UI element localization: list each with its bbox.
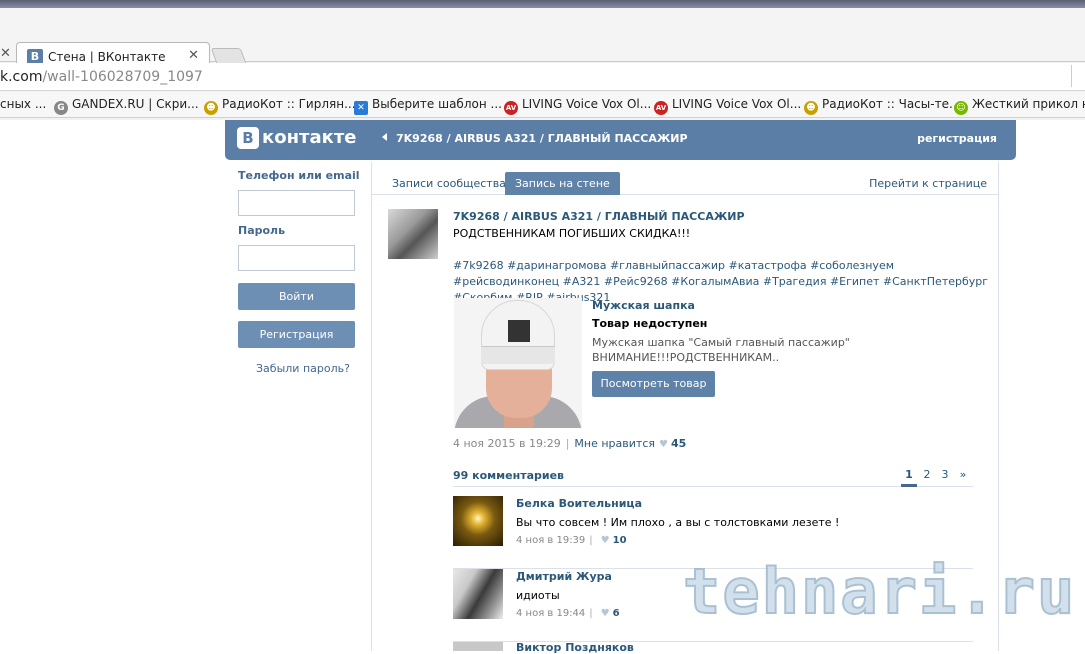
tab-title: Стена | ВКонтакте [48,50,166,64]
tab-wall-post[interactable]: Запись на стене [505,172,620,195]
template-icon: ✕ [354,101,368,115]
address-bar-scroll [1071,65,1083,87]
comments-pager: 1 2 3 » [901,467,973,487]
window-title-strip [0,0,1085,8]
post-date[interactable]: 4 ноя 2015 в 19:29 [453,437,561,450]
meta-separator: | [589,608,593,619]
comments-header: 99 комментариев 1 2 3 » [453,467,973,487]
bookmark-item[interactable]: сных ... [0,97,46,111]
comments-count: 99 комментариев [453,469,565,482]
comment-like-count: 10 [612,535,627,546]
bookmark-item[interactable]: ☺Жесткий прикол на... [954,97,1085,115]
gandex-icon: G [54,101,68,115]
product-status: Товар недоступен [592,317,708,330]
like-count: 45 [670,437,687,450]
tab-close-icon[interactable]: ✕ [188,48,199,63]
vk-logo-text: контакте [262,127,357,148]
address-bar[interactable]: k.com/wall-106028709_1097 [0,63,1085,91]
watermark: tehnari.ru [682,554,1077,629]
post-author[interactable]: 7K9268 / AIRBUS A321 / ГЛАВНЫЙ ПАССАЖИР [453,210,745,223]
bookmark-item[interactable]: ☻ РадиоКот :: Гирлян... [204,97,356,115]
product-title[interactable]: Мужская шапка [592,299,695,312]
password-input[interactable] [238,245,355,271]
phone-input[interactable] [238,190,355,216]
av-icon: AV [654,101,668,115]
page-3[interactable]: 3 [937,468,953,481]
bookmarks-bar: сных ... G GANDEX.RU | Скри... ☻ РадиоКот … [0,92,1085,118]
breadcrumb[interactable]: 7K9268 / AIRBUS A321 / ГЛАВНЫЙ ПАССАЖИР [396,132,688,145]
bookmark-item[interactable]: G GANDEX.RU | Скри... [54,97,199,115]
comment-date[interactable]: 4 ноя в 19:44 [516,608,585,619]
bookmark-item[interactable]: ✕ Выберите шаблон ... [354,97,502,115]
product-description: Мужская шапка "Самый главный пассажир" В… [592,335,850,365]
bookmark-item[interactable]: AV LIVING Voice Vox Ol... [654,97,801,115]
password-label: Пароль [238,224,286,237]
url-text[interactable]: k.com/wall-106028709_1097 [0,69,203,85]
comment-text: Вы что совсем ! Им плохо , а вы с толсто… [516,516,840,529]
meta-separator: | [589,535,593,546]
bookmark-item[interactable]: AV LIVING Voice Vox Ol... [504,97,651,115]
av-icon: AV [504,101,518,115]
community-avatar[interactable] [388,209,438,259]
back-arrow-icon[interactable] [382,133,387,141]
vk-header: В контакте 7K9268 / AIRBUS A321 / ГЛАВНЫ… [225,120,1016,160]
comment-meta: 4 ноя в 19:44 | ♥ 6 [516,608,620,619]
url-path: /wall-106028709_1097 [42,69,203,85]
product-image[interactable] [454,298,582,428]
bookmark-item[interactable]: ☻ РадиоКот :: Часы-те... [804,97,960,115]
comment-item: Виктор Поздняков [453,641,973,654]
comment-author[interactable]: Виктор Поздняков [516,641,634,654]
heart-icon[interactable]: ♥ [601,608,610,619]
comment-avatar[interactable] [453,642,503,651]
product-image-hat-band [481,346,555,364]
login-button[interactable]: Войти [238,283,355,310]
comment-text: идиоты [516,589,560,602]
comment-author[interactable]: Белка Воительница [516,497,642,510]
url-host: k.com [0,69,43,85]
smiley-icon: ☺ [954,101,968,115]
comment-avatar[interactable] [453,496,503,546]
view-product-button[interactable]: Посмотреть товар [592,371,715,397]
page-next[interactable]: » [955,468,971,481]
product-description-line: Мужская шапка "Самый главный пассажир" [592,336,850,349]
comment-date[interactable]: 4 ноя в 19:39 [516,535,585,546]
product-image-hat-logo [508,320,530,342]
heart-icon[interactable]: ♥ [601,535,610,546]
vk-logo-icon: В [237,127,259,149]
close-icon[interactable]: ✕ [0,46,11,61]
product-description-line: ВНИМАНИЕ!!!РОДСТВЕННИКАМ.. [592,351,780,364]
radiokot-icon: ☻ [804,101,818,115]
comment-avatar[interactable] [453,569,503,619]
tab-community-posts[interactable]: Записи сообщества [382,172,516,195]
post-meta: 4 ноя 2015 в 19:29 | Мне нравится ♥ 45 [453,437,686,450]
register-link[interactable]: регистрация [917,132,997,145]
like-link[interactable]: Мне нравится [574,437,655,450]
phone-label: Телефон или email [238,169,360,182]
wall-tabs: Записи сообщества Запись на стене Перейт… [372,170,998,195]
register-button[interactable]: Регистрация [238,321,355,348]
goto-page-link[interactable]: Перейти к странице [869,172,987,195]
forgot-password-link[interactable]: Забыли пароль? [256,362,350,375]
comment-like-count: 6 [612,608,620,619]
comment-meta: 4 ноя в 19:39 | ♥ 10 [516,535,627,546]
heart-icon[interactable]: ♥ [659,439,668,450]
tab-bar: ✕ В Стена | ВКонтакте ✕ [0,8,1085,70]
meta-separator: | [565,437,570,450]
page-1[interactable]: 1 [901,468,917,487]
page-2[interactable]: 2 [919,468,935,481]
radiokot-icon: ☻ [204,101,218,115]
comment-author[interactable]: Дмитрий Жура [516,570,612,583]
post-text: РОДСТВЕННИКАМ ПОГИБШИХ СКИДКА!!! [453,227,691,240]
